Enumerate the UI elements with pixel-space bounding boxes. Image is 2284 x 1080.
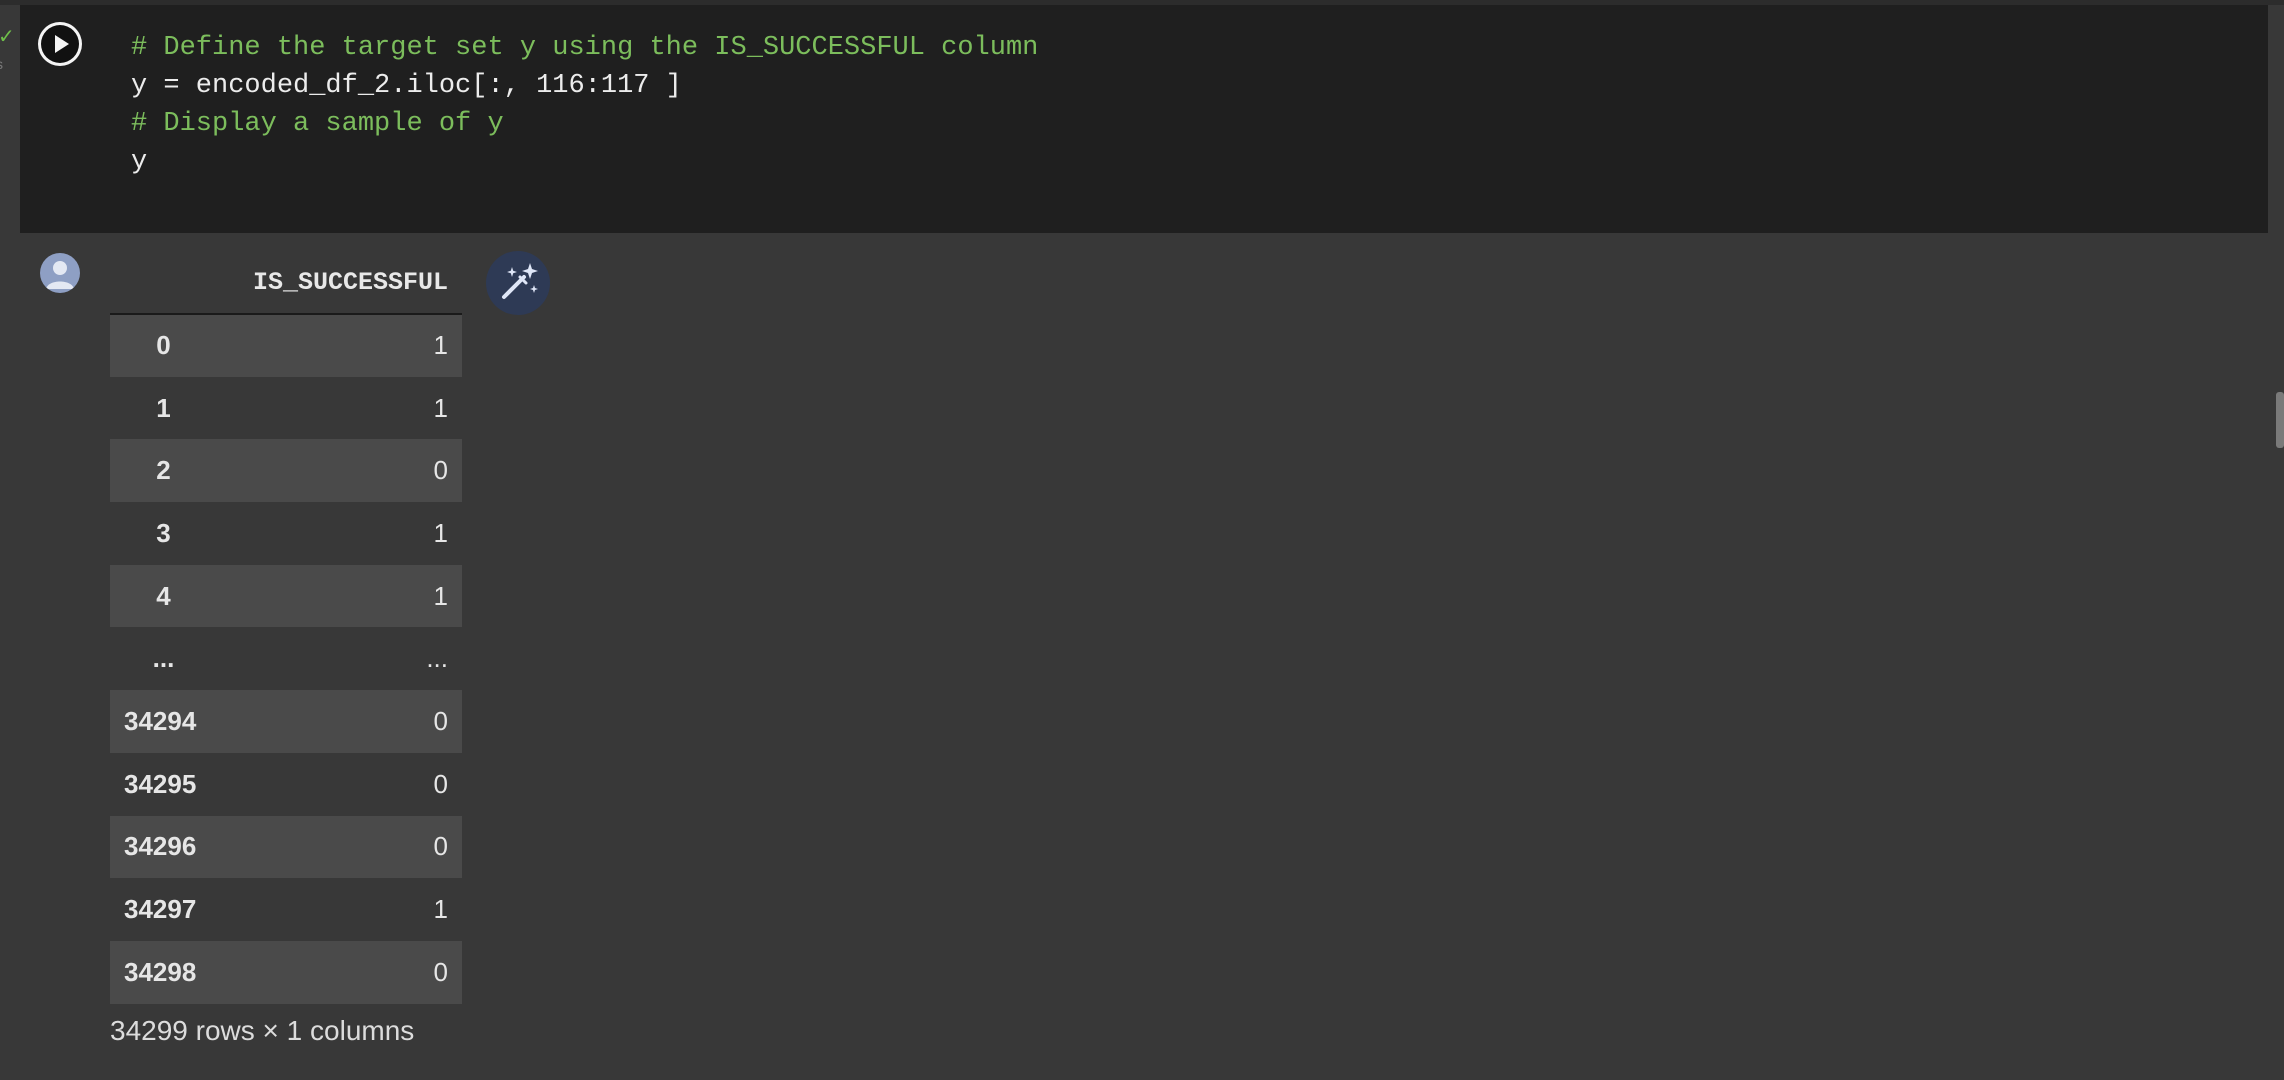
ellipsis-row: ... ... — [110, 627, 462, 690]
code-line[interactable]: # Display a sample of y — [131, 105, 1038, 143]
generate-suggestion-button[interactable] — [486, 251, 550, 315]
row-index: ... — [152, 643, 175, 674]
table-row: 34297 1 — [110, 878, 462, 941]
table-header-row: IS_SUCCESSFUL — [110, 252, 462, 314]
row-value: 0 — [433, 705, 448, 736]
magic-wand-icon — [502, 263, 538, 299]
row-value: 1 — [433, 517, 448, 548]
table-row: 34296 0 — [110, 815, 462, 879]
table-row: 34294 0 — [110, 690, 462, 753]
dataframe-shape-label: 34299 rows × 1 columns — [110, 1015, 415, 1046]
table-row: 3 1 — [110, 502, 462, 565]
check-icon: ✓ — [0, 24, 15, 48]
code-line[interactable]: # Define the target set y using the IS_S… — [131, 29, 1038, 67]
table-row: 34295 0 — [110, 753, 462, 816]
row-index: 34298 — [124, 956, 197, 987]
row-value: 1 — [433, 580, 448, 611]
index-header — [110, 252, 217, 314]
row-value: 1 — [433, 392, 448, 423]
table-row: 1 1 — [110, 377, 462, 440]
run-cell-button[interactable] — [38, 22, 82, 66]
row-index: 34294 — [124, 705, 197, 736]
row-index: 4 — [156, 580, 171, 611]
dataframe-table: IS_SUCCESSFUL 0 1 1 1 2 0 3 1 4 1 ... ..… — [110, 252, 462, 1004]
row-value: 0 — [433, 455, 448, 486]
notebook-page: ✓ s # Define the target set y using the … — [0, 0, 2284, 1080]
row-value: 0 — [433, 768, 448, 799]
row-value: 1 — [433, 894, 448, 925]
table-row: 4 1 — [110, 564, 462, 628]
row-value: 0 — [433, 831, 448, 862]
row-index: 1 — [156, 392, 171, 423]
code-line[interactable]: y = encoded_df_2.iloc[:, 116:117 ] — [131, 67, 1038, 105]
column-header: IS_SUCCESSFUL — [252, 268, 448, 297]
row-index: 34296 — [124, 831, 197, 862]
user-avatar-icon — [40, 253, 80, 293]
row-value: 1 — [433, 330, 448, 361]
scrollbar-thumb[interactable] — [2276, 392, 2284, 448]
row-index: 34297 — [124, 894, 197, 925]
code-line[interactable]: y — [131, 143, 1038, 181]
code-cell[interactable]: # Define the target set y using the IS_S… — [20, 5, 2268, 233]
code-editor[interactable]: # Define the target set y using the IS_S… — [131, 29, 1038, 181]
execution-time: s — [0, 56, 3, 72]
play-icon — [41, 25, 79, 63]
row-index: 2 — [156, 455, 171, 486]
row-index: 3 — [156, 517, 171, 548]
table-row: 2 0 — [110, 439, 462, 503]
table-row: 0 1 — [110, 314, 462, 377]
table-row: 34298 0 — [110, 940, 462, 1004]
row-index: 0 — [156, 330, 171, 361]
row-value: 0 — [433, 956, 448, 987]
row-index: 34295 — [124, 768, 197, 799]
row-value: ... — [426, 643, 448, 674]
